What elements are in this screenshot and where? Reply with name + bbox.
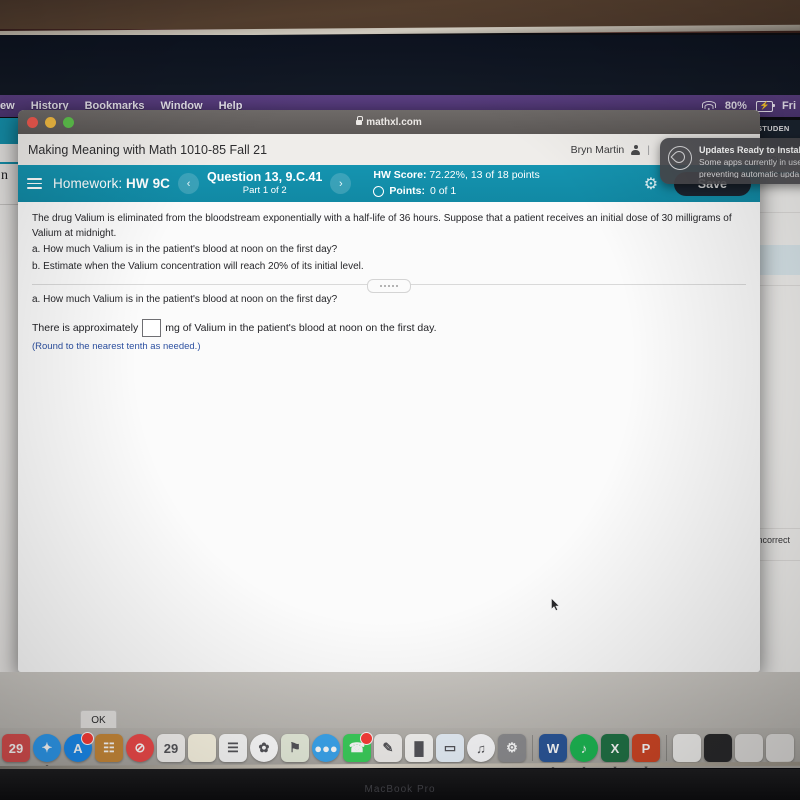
question-part-b: b. Estimate when the Valium concentratio… (32, 260, 364, 272)
notification-title: Updates Ready to Instal (699, 145, 800, 155)
notification-body-line1: Some apps currently in use (699, 157, 800, 168)
person-icon[interactable] (631, 144, 641, 155)
dock-app-store[interactable]: A (64, 732, 94, 762)
background-left-teal-bar (0, 118, 20, 144)
hamburger-icon[interactable] (27, 178, 42, 189)
question-part: Part 1 of 2 (242, 185, 287, 197)
dock-safari[interactable]: ✦ (33, 734, 61, 768)
dock-window-3[interactable] (766, 734, 794, 762)
prev-question-button[interactable]: ‹ (178, 173, 200, 194)
dock-photos[interactable]: ✿ (250, 734, 278, 762)
section-divider (32, 279, 746, 293)
question-info: Question 13, 9.C.41 Part 1 of 2 (207, 170, 322, 198)
score-info: HW Score: 72.22%, 13 of 18 points Points… (373, 168, 540, 199)
assignment-name: HW 9C (126, 176, 171, 191)
background-left-divider (0, 204, 20, 205)
background-left-text: n (1, 168, 8, 183)
chevron-right-icon: › (339, 177, 343, 190)
dock-do-not-disturb[interactable]: ⊘ (126, 734, 154, 762)
safari-window[interactable]: mathxl.com Making Meaning with Math 1010… (18, 110, 760, 672)
hw-score-row: HW Score: 72.22%, 13 of 18 points (373, 168, 539, 183)
dock-separator (666, 735, 667, 761)
menu-bar-clock[interactable]: Fri (782, 100, 796, 112)
course-header: Making Meaning with Math 1010-85 Fall 21… (18, 134, 760, 165)
assignment-label: Homework: (53, 176, 123, 191)
mouse-cursor (551, 598, 560, 611)
dock-maps[interactable]: ⚑ (281, 734, 309, 762)
background-right-divider (753, 528, 800, 529)
dock-messages[interactable]: ●●● (312, 734, 340, 762)
points-label: Points: (389, 184, 425, 197)
dock-window-1[interactable] (704, 734, 732, 762)
background-right-header-label: STUDEN (757, 124, 790, 133)
dock-system-preferences[interactable]: ⚙ (498, 734, 526, 762)
dock-notes[interactable] (188, 734, 216, 762)
address-bar-url: mathxl.com (366, 116, 422, 128)
dock-pages[interactable]: ✎ (374, 734, 402, 762)
dock-itunes[interactable]: ♫ (467, 734, 495, 762)
points-row: Points: 0 of 1 (373, 184, 539, 199)
screen-dark-area (0, 35, 800, 100)
dock-spotify[interactable]: ♪ (570, 734, 598, 768)
dock-calendar[interactable]: 29 (157, 734, 185, 762)
address-bar[interactable]: mathxl.com (18, 116, 760, 128)
background-right-divider (753, 285, 800, 286)
dock-keynote[interactable]: ▭ (436, 734, 464, 762)
dock-document[interactable] (673, 734, 701, 762)
answer-input[interactable] (142, 319, 162, 337)
question-part-a: a. How much Valium is in the patient's b… (32, 244, 338, 255)
drag-handle-icon[interactable] (367, 279, 411, 293)
answer-sentence: There is approximately mg of Valium in t… (32, 319, 746, 337)
dock-window-2[interactable] (735, 734, 763, 762)
background-right-divider (753, 212, 800, 213)
question-statement: The drug Valium is eliminated from the b… (32, 212, 746, 274)
dock-facetime[interactable]: ☎ (343, 732, 373, 762)
notification-text: Updates Ready to Instal Some apps curren… (699, 144, 800, 178)
background-right-highlight-row (753, 245, 800, 275)
background-right-status: Incorrect (755, 535, 791, 545)
answer-text-before: There is approximately (32, 322, 139, 334)
notification-body-line2: preventing automatic upda (699, 168, 800, 178)
dock-badge (81, 732, 94, 745)
notification-banner[interactable]: Updates Ready to Instal Some apps curren… (660, 138, 800, 184)
background-left-accent-line (0, 162, 20, 164)
points-value: 0 of 1 (429, 184, 457, 197)
assignment-toolbar: Homework: HW 9C ‹ Question 13, 9.C.41 Pa… (18, 165, 760, 202)
question-paragraph: The drug Valium is eliminated from the b… (32, 213, 732, 239)
question-title: Question 13, 9.C.41 (207, 169, 323, 184)
header-separator: | (647, 143, 650, 156)
hw-score-label: HW Score: (373, 169, 427, 182)
dock-contacts[interactable]: ☷ (95, 734, 123, 762)
menu-view[interactable]: ew (0, 100, 15, 112)
dock-reminders[interactable]: ☰ (219, 734, 247, 762)
safari-title-bar[interactable]: mathxl.com (18, 110, 760, 134)
next-question-button[interactable]: › (330, 173, 352, 194)
dock-numbers[interactable]: █ (405, 734, 433, 762)
dock-powerpoint[interactable]: P (632, 734, 660, 768)
desktop-background-strip (0, 672, 800, 732)
answer-text-after: mg of Valium in the patient's blood at n… (165, 322, 437, 334)
user-name[interactable]: Bryn Martin (571, 144, 625, 156)
gear-icon[interactable] (644, 176, 660, 192)
background-right-divider (753, 560, 800, 561)
answer-prompt: a. How much Valium is in the patient's b… (32, 294, 338, 305)
device-label: MacBook Pro (364, 784, 436, 795)
dock-separator (532, 735, 533, 761)
dock-badge (360, 732, 373, 745)
chevron-left-icon: ‹ (186, 177, 191, 190)
rounding-note: (Round to the nearest tenth as needed.) (32, 341, 201, 352)
question-work-area: The drug Valium is eliminated from the b… (18, 202, 760, 672)
lock-icon (356, 116, 364, 125)
dock-excel[interactable]: X (601, 734, 629, 768)
hw-score-value: 72.22%, 13 of 18 points (429, 169, 540, 182)
dock-word[interactable]: W (539, 734, 567, 768)
software-update-icon (668, 146, 692, 170)
circle-outline-icon (373, 185, 385, 197)
course-title: Making Meaning with Math 1010-85 Fall 21 (28, 142, 268, 157)
dock-calendar-partial[interactable]: 29 (2, 734, 30, 762)
assignment-label-group: Homework: HW 9C (53, 176, 170, 191)
